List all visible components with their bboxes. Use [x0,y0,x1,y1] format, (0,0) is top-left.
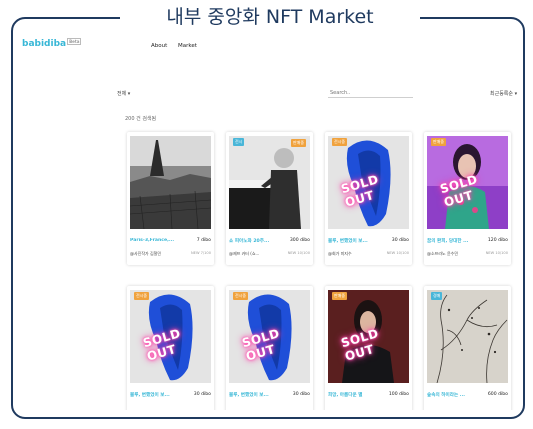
category-filter-dropdown[interactable]: 전체 ▾ [117,90,130,97]
forest-branches-image [427,290,508,383]
nft-card[interactable]: 전시중 SOLD OUT 블루, 변했었이 보... 30 dibo [127,286,214,410]
nft-card[interactable]: 전시중 SOLD OUT 블루, 변했었이 보... 30 dibo @회가 미… [325,132,412,265]
artwork-price: 100 dibo [388,392,409,397]
status-badge: 전시중 [233,292,249,300]
artist-name: @회가 미지수 [328,251,352,256]
artist-name: @소프라노 윤수민 [427,251,459,256]
result-count: 200 건 검색됨 [125,116,157,122]
nft-card[interactable]: 판매중 SOLD OUT 꿈의 환희, 당대한 ... 120 dibo @소프… [424,132,511,265]
artwork-price: 30 dibo [292,392,310,397]
nav-about-link[interactable]: About [151,43,167,49]
artwork-title: 쇼 피아노와 20주... [229,239,270,244]
artwork-price: 300 dibo [289,238,310,243]
artwork-price: 30 dibo [391,238,409,243]
slide-caption: 내부 중앙화 NFT Market [120,4,420,30]
status-badge: 판매중 [431,138,447,146]
top-navigation-bar: babidiba Beta About Market [20,30,523,66]
nft-card[interactable]: 경매 숲속의 하이라는 ... 600 dibo [424,286,511,410]
artwork-price: 600 dibo [487,392,508,397]
nav-market-link[interactable]: Market [178,43,197,49]
artwork-thumbnail: 전시중 SOLD OUT [328,136,409,229]
nft-card[interactable]: 전시중 SOLD OUT 블루, 변했었이 보... 30 dibo [226,286,313,410]
piano-photo-image [229,136,310,229]
artwork-title: Paris-3,France,... [130,238,175,243]
artist-name: @사진작가 김철민 [130,251,162,256]
artwork-title: 블루, 변했었이 보... [130,393,170,398]
nft-card[interactable]: 판매중 SOLD OUT 희망, 아름다운 별 100 dibo [325,286,412,410]
artwork-thumbnail: 전시 판매중 [229,136,310,229]
market-page: babidibaBeta About Market 전체 ▾ 최근등록순 ▾ 2… [20,30,523,410]
artwork-title: 블루, 변했었이 보... [229,393,269,398]
artwork-thumbnail: 판매중 SOLD OUT [328,290,409,383]
nft-card[interactable]: 전시 판매중 쇼 피아노와 20주... 300 dibo @제프 카터 (쇼.… [226,132,313,265]
artwork-title: 숲속의 하이라는 ... [427,393,466,398]
beta-badge: Beta [67,38,82,45]
artwork-thumbnail: 전시중 SOLD OUT [229,290,310,383]
nft-card[interactable]: Paris-3,France,... 7 dibo @사진작가 김철민 NEW … [127,132,214,265]
edition-info: NEW 10/100 [485,251,508,255]
status-badge: 판매중 [332,292,348,300]
status-badge: 전시중 [134,292,150,300]
artwork-price: 30 dibo [193,392,211,397]
artwork-thumbnail [130,136,211,229]
edition-info: NEW 10/100 [386,251,409,255]
artwork-price: 120 dibo [487,238,508,243]
artwork-thumbnail: 판매중 SOLD OUT [427,136,508,229]
status-badge: 전시 [233,138,245,146]
status-badge: 경매 [431,292,443,300]
artist-name: @제프 카터 (쇼... [229,251,260,256]
artwork-title: 희망, 아름다운 별 [328,393,363,398]
status-badge-right: 판매중 [290,139,306,147]
artwork-thumbnail: 경매 [427,290,508,383]
status-badge: 전시중 [332,138,348,146]
artwork-price: 7 dibo [196,238,211,243]
artwork-title: 꿈의 환희, 당대한 ... [427,239,469,244]
artwork-thumbnail: 전시중 SOLD OUT [130,290,211,383]
artwork-title: 블루, 변했었이 보... [328,239,368,244]
edition-info: NEW 7/100 [190,251,211,255]
sort-dropdown[interactable]: 최근등록순 ▾ [490,90,517,97]
edition-info: NEW 10/100 [287,251,310,255]
site-logo[interactable]: babidiba Beta [22,38,82,49]
paris-photo-image [130,136,211,229]
search-input[interactable] [328,88,413,98]
logo-text: babidiba [22,39,67,49]
